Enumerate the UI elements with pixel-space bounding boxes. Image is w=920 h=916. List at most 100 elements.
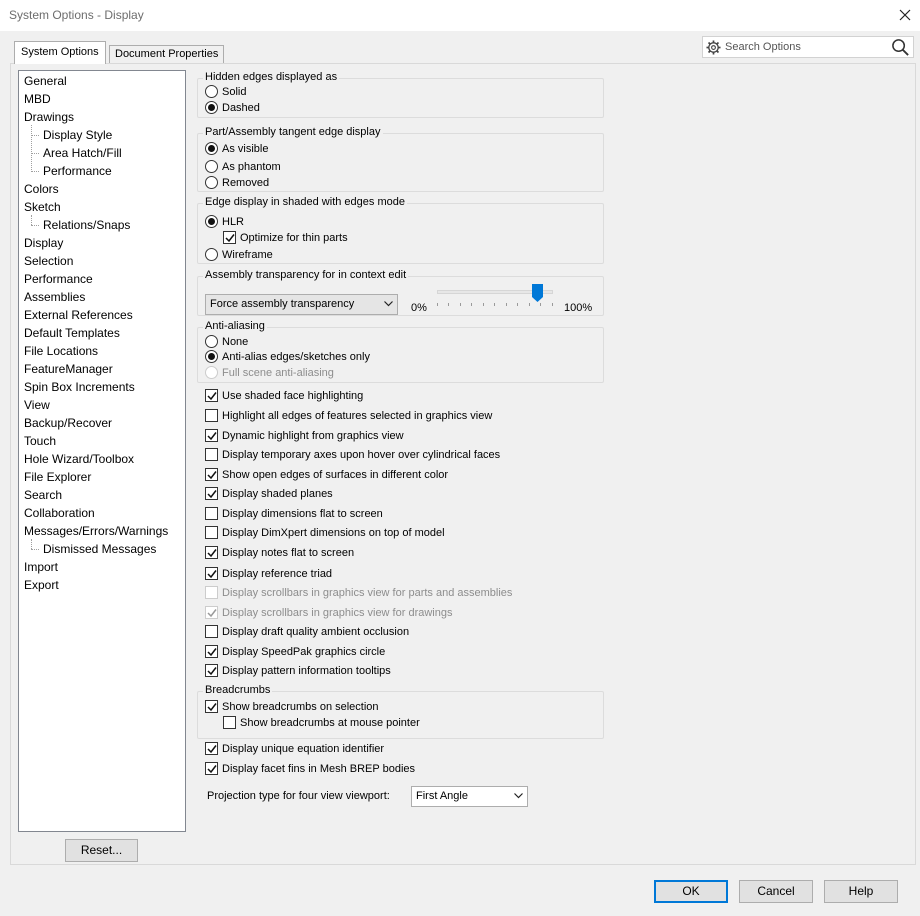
tree-item-file-locations[interactable]: File Locations [24, 342, 98, 360]
checkbox[interactable] [205, 487, 218, 500]
radio-aa-none[interactable]: None [205, 334, 248, 350]
cancel-button[interactable]: Cancel [739, 880, 813, 903]
checkbox[interactable] [205, 546, 218, 559]
checkbox[interactable] [205, 389, 218, 402]
check-dynamic-highlight[interactable]: Dynamic highlight from graphics view [205, 428, 404, 444]
tree-item-messages[interactable]: Messages/Errors/Warnings [24, 522, 168, 540]
tree-item-display[interactable]: Display [24, 234, 63, 252]
check-notes-flat[interactable]: Display notes flat to screen [205, 545, 354, 561]
tree-item-sketch[interactable]: Sketch [24, 198, 61, 216]
tree-item-collaboration[interactable]: Collaboration [24, 504, 95, 522]
transparency-slider-thumb[interactable] [532, 284, 544, 302]
check-optimize-thin-parts[interactable]: Optimize for thin parts [223, 230, 348, 246]
checkbox[interactable] [205, 448, 218, 461]
radio-removed[interactable]: Removed [205, 175, 269, 191]
check-highlight-all-edges[interactable]: Highlight all edges of features selected… [205, 408, 492, 424]
checkbox[interactable] [205, 468, 218, 481]
check-speedpak-circle[interactable]: Display SpeedPak graphics circle [205, 644, 385, 660]
ok-button[interactable]: OK [654, 880, 728, 903]
check-dimensions-flat[interactable]: Display dimensions flat to screen [205, 506, 383, 522]
tree-item-general[interactable]: General [24, 72, 67, 90]
tree-item-search[interactable]: Search [24, 486, 62, 504]
close-icon [899, 9, 911, 21]
checkbox[interactable] [223, 716, 236, 729]
tree-item-display-style[interactable]: Display Style [43, 126, 112, 144]
tree-item-assemblies[interactable]: Assemblies [24, 288, 85, 306]
radio-button[interactable] [205, 176, 218, 189]
tree-item-drawings[interactable]: Drawings [24, 108, 74, 126]
tree-item-featuremanager[interactable]: FeatureManager [24, 360, 113, 378]
tree-item-dismissed-messages[interactable]: Dismissed Messages [43, 540, 156, 558]
check-breadcrumbs-selection[interactable]: Show breadcrumbs on selection [205, 699, 379, 715]
checkbox[interactable] [205, 409, 218, 422]
radio-button[interactable] [205, 215, 218, 228]
radio-solid[interactable]: Solid [205, 84, 246, 100]
radio-button[interactable] [205, 101, 218, 114]
checkbox[interactable] [205, 429, 218, 442]
tree-item-performance[interactable]: Performance [24, 270, 93, 288]
radio-button[interactable] [205, 335, 218, 348]
check-shaded-planes[interactable]: Display shaded planes [205, 486, 333, 502]
tree-item-default-templates[interactable]: Default Templates [24, 324, 120, 342]
tree-item-export[interactable]: Export [24, 576, 59, 594]
radio-aa-edges[interactable]: Anti-alias edges/sketches only [205, 349, 370, 365]
radio-button[interactable] [205, 85, 218, 98]
check-temporary-axes[interactable]: Display temporary axes upon hover over c… [205, 447, 500, 463]
checkbox[interactable] [205, 625, 218, 638]
tree-item-relations-snaps[interactable]: Relations/Snaps [43, 216, 130, 234]
gear-icon[interactable] [706, 40, 721, 55]
tree-item-import[interactable]: Import [24, 558, 58, 576]
transparency-dropdown[interactable]: Force assembly transparency [205, 294, 398, 315]
check-unique-equation-id[interactable]: Display unique equation identifier [205, 741, 384, 757]
tree-item-backup-recover[interactable]: Backup/Recover [24, 414, 112, 432]
checkbox[interactable] [205, 645, 218, 658]
check-dimxpert-on-top[interactable]: Display DimXpert dimensions on top of mo… [205, 525, 445, 541]
checkbox[interactable] [223, 231, 236, 244]
search-box[interactable] [702, 36, 914, 58]
checkbox[interactable] [205, 742, 218, 755]
radio-button[interactable] [205, 142, 218, 155]
tree-item-file-explorer[interactable]: File Explorer [24, 468, 91, 486]
search-input[interactable] [723, 39, 883, 55]
tree-item-selection[interactable]: Selection [24, 252, 73, 270]
tree-item-spin-box-increments[interactable]: Spin Box Increments [24, 378, 135, 396]
projection-dropdown[interactable]: First Angle [411, 786, 528, 807]
tree-item-colors[interactable]: Colors [24, 180, 59, 198]
tree-item-hole-wizard[interactable]: Hole Wizard/Toolbox [24, 450, 134, 468]
radio-button[interactable] [205, 248, 218, 261]
tree-item-mbd[interactable]: MBD [24, 90, 51, 108]
tree-item-drawings-performance[interactable]: Performance [43, 162, 112, 180]
checkbox[interactable] [205, 700, 218, 713]
checkbox[interactable] [205, 664, 218, 677]
checkbox[interactable] [205, 567, 218, 580]
options-tree[interactable]: General MBD Drawings Display Style Area … [18, 70, 186, 832]
tab-system-options[interactable]: System Options [14, 41, 106, 64]
tree-item-area-hatch[interactable]: Area Hatch/Fill [43, 144, 122, 162]
help-button[interactable]: Help [824, 880, 898, 903]
checkbox[interactable] [205, 526, 218, 539]
radio-as-visible[interactable]: As visible [205, 141, 268, 157]
check-open-edges-color[interactable]: Show open edges of surfaces in different… [205, 467, 448, 483]
radio-hlr[interactable]: HLR [205, 214, 244, 230]
radio-as-phantom[interactable]: As phantom [205, 159, 281, 175]
tree-item-touch[interactable]: Touch [24, 432, 56, 450]
check-breadcrumbs-pointer[interactable]: Show breadcrumbs at mouse pointer [223, 715, 420, 731]
radio-dashed[interactable]: Dashed [205, 100, 260, 116]
radio-button[interactable] [205, 350, 218, 363]
reset-button[interactable]: Reset... [65, 839, 138, 862]
check-facet-fins[interactable]: Display facet fins in Mesh BREP bodies [205, 761, 415, 777]
checkbox[interactable] [205, 507, 218, 520]
check-ambient-occlusion[interactable]: Display draft quality ambient occlusion [205, 624, 409, 640]
check-reference-triad[interactable]: Display reference triad [205, 566, 332, 582]
tab-document-properties[interactable]: Document Properties [109, 45, 225, 63]
radio-wireframe[interactable]: Wireframe [205, 247, 273, 263]
antialiasing-title: Anti-aliasing [203, 320, 267, 332]
close-button[interactable] [890, 0, 920, 30]
tree-item-view[interactable]: View [24, 396, 50, 414]
search-icon[interactable] [891, 38, 910, 57]
tree-item-external-references[interactable]: External References [24, 306, 133, 324]
radio-button[interactable] [205, 160, 218, 173]
checkbox[interactable] [205, 762, 218, 775]
check-shaded-face-highlighting[interactable]: Use shaded face highlighting [205, 388, 363, 404]
check-pattern-tooltips[interactable]: Display pattern information tooltips [205, 663, 391, 679]
